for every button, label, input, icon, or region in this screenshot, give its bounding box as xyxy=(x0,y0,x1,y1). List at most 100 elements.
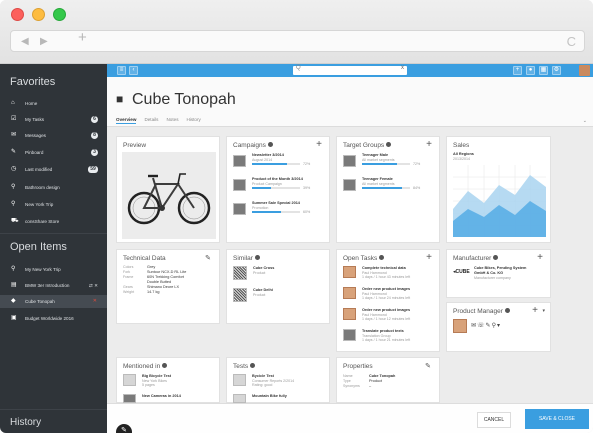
list-item[interactable]: Product of the Month 3/2014 Product Camp… xyxy=(233,177,327,199)
add-manager-button[interactable]: + xyxy=(532,305,538,316)
count-badge: 8 xyxy=(91,132,98,139)
megaphone-icon xyxy=(233,155,246,167)
close-icon[interactable]: ✕ xyxy=(93,295,97,308)
tests-card: Tests Bycicle Test Consumer Reports 2/20… xyxy=(226,357,330,403)
sidebar-item-last-modified[interactable]: ◷ Last modified 59 xyxy=(0,163,107,176)
card-title: Technical Data xyxy=(123,255,166,262)
properties-card: Properties ✎ Name Cube Tonopah Type Produc… xyxy=(336,357,440,403)
reload-icon[interactable]: C xyxy=(567,34,576,49)
search-icon: Q xyxy=(296,65,301,71)
chevron-down-icon[interactable]: ⌄ xyxy=(583,118,587,124)
new-tab-icon[interactable]: + xyxy=(78,30,87,45)
address-bar[interactable]: ◀ ▶ + C xyxy=(10,30,585,52)
menu-icon[interactable]: ≡ xyxy=(117,66,126,75)
avatar[interactable] xyxy=(453,319,467,333)
product-image[interactable] xyxy=(122,152,216,239)
info-icon[interactable] xyxy=(386,142,392,147)
edit-fab-icon[interactable]: ✎ xyxy=(116,424,132,433)
count-badge: 6 xyxy=(91,116,98,123)
sidebar-item-messages[interactable]: ✉ Messages 8 xyxy=(0,129,107,142)
collapse-icon[interactable]: ‹ xyxy=(129,66,138,75)
list-item[interactable]: ◂CUBE Cube Bikes, Pending System GmbH & … xyxy=(453,266,547,290)
chat-icon[interactable]: ● xyxy=(526,66,535,75)
browser-window: ◀ ▶ + C Favorites ⌂ Home ☑ My Tasks 6 ✉ … xyxy=(0,0,593,433)
list-item[interactable]: Order new product images Paul Hammond 1 … xyxy=(343,308,437,328)
document-icon xyxy=(233,374,246,386)
list-item[interactable]: Order new product images Paul Hammond 1 … xyxy=(343,287,437,307)
sidebar-item-new-york-trip[interactable]: ⚲ New York Trip xyxy=(0,198,107,211)
list-item[interactable]: Big Bicycle Test New York Bikes 5 pages xyxy=(123,374,217,392)
zoom-window-button[interactable] xyxy=(53,8,66,21)
card-title: Sales xyxy=(453,142,470,149)
report-icon: ▣ xyxy=(11,315,17,321)
list-item[interactable]: Newsletter 3/2014 August 2014 72% xyxy=(233,153,327,175)
list-item[interactable]: Teenager Female All market segments 84% xyxy=(343,177,437,199)
info-icon[interactable] xyxy=(379,255,385,260)
info-icon[interactable] xyxy=(254,255,260,260)
list-item[interactable]: Cube Cross Product xyxy=(233,266,327,286)
open-item-cube-tonopah[interactable]: ◆ Cube Tonopah ✕ xyxy=(0,295,107,308)
info-icon[interactable] xyxy=(162,363,168,368)
chevron-down-icon[interactable]: ▾ xyxy=(497,323,501,329)
list-item[interactable]: Summer Sale Special 2014 Promotion 60% xyxy=(233,201,327,223)
progress-bar xyxy=(252,211,300,213)
info-icon[interactable] xyxy=(493,255,499,260)
card-title: Properties xyxy=(343,363,373,370)
tab-history[interactable]: History xyxy=(187,117,201,122)
list-item[interactable]: Teenager Male All market segments 72% xyxy=(343,153,437,175)
sidebar-item-store[interactable]: ⛟ consShare Store xyxy=(0,215,107,228)
tab-details[interactable]: Details xyxy=(144,117,158,122)
cart-icon: ⛟ xyxy=(11,218,19,224)
history-heading[interactable]: History xyxy=(10,417,41,428)
page-title: Cube Tonopah xyxy=(132,91,236,108)
back-icon[interactable]: ◀ xyxy=(21,36,29,48)
edit-icon[interactable]: ✎ xyxy=(205,254,211,262)
add-icon[interactable]: + xyxy=(513,66,522,75)
qr-code-icon xyxy=(233,266,247,280)
tab-bar: Overview Details Notes History xyxy=(116,117,209,124)
list-item[interactable]: Bycicle Test Consumer Reports 2/2014 Rat… xyxy=(233,374,327,392)
tab-notes[interactable]: Notes xyxy=(166,117,178,122)
sidebar-item-pinboard[interactable]: ✎ Pinboard 3 xyxy=(0,146,107,159)
avatar xyxy=(343,287,356,299)
info-icon[interactable] xyxy=(504,308,510,313)
list-item[interactable]: Complete technical data Paul Hammond 1 d… xyxy=(343,266,437,286)
search-input[interactable]: Q x xyxy=(293,65,407,75)
add-campaign-button[interactable]: + xyxy=(316,139,322,150)
tab-overview[interactable]: Overview xyxy=(116,117,137,124)
open-tasks-card: Open Tasks + Complete technical data Pau… xyxy=(336,249,440,352)
megaphone-icon xyxy=(233,203,246,215)
user-avatar[interactable] xyxy=(579,65,590,76)
list-item[interactable]: Translate product texts Translation Grou… xyxy=(343,329,437,349)
megaphone-icon xyxy=(233,179,246,191)
properties-table: Name Cube Tonopah Type Product Synonyms – xyxy=(343,374,396,388)
chevron-down-icon[interactable]: ▾ xyxy=(542,308,545,314)
open-item-budget[interactable]: ▣ Budget Worldwide 2016 xyxy=(0,312,107,325)
minimize-window-button[interactable] xyxy=(32,8,45,21)
forward-icon[interactable]: ▶ xyxy=(40,36,48,48)
sidebar-item-bathroom-design[interactable]: ⚲ Bathroom design xyxy=(0,181,107,194)
progress-bar xyxy=(252,187,300,189)
cancel-button[interactable]: CANCEL xyxy=(477,412,511,428)
save-and-close-button[interactable]: SAVE & CLOSE xyxy=(525,409,589,429)
grid-icon[interactable]: ▦ xyxy=(539,66,548,75)
settings-icon[interactable]: ⚙ xyxy=(552,66,561,75)
info-icon[interactable] xyxy=(250,363,256,368)
phone-icon[interactable]: ☏ xyxy=(477,323,486,329)
clear-search-icon[interactable]: x xyxy=(401,65,404,71)
manufacturer-card: Manufacturer + ◂CUBE Cube Bikes, Pending… xyxy=(446,249,551,298)
open-item-new-york-trip[interactable]: ⚲ My New York Trip xyxy=(0,263,107,276)
add-manufacturer-button[interactable]: + xyxy=(537,252,543,263)
info-icon[interactable] xyxy=(267,142,273,147)
add-target-group-button[interactable]: + xyxy=(426,139,432,150)
close-icon[interactable]: ⇄ ✕ xyxy=(89,279,98,292)
list-item[interactable]: Cube Delhi Product xyxy=(233,288,327,308)
sales-card[interactable]: Sales All Regions 2013/2014 xyxy=(446,136,551,243)
sidebar-item-my-tasks[interactable]: ☑ My Tasks 6 xyxy=(0,113,107,126)
add-task-button[interactable]: + xyxy=(426,252,432,263)
document-icon xyxy=(233,394,246,403)
edit-icon[interactable]: ✎ xyxy=(425,362,431,370)
close-window-button[interactable] xyxy=(11,8,24,21)
open-item-bmw[interactable]: ▤ BMW 3er Introduction ⇄ ✕ xyxy=(0,279,107,292)
sidebar-item-home[interactable]: ⌂ Home xyxy=(0,97,107,110)
